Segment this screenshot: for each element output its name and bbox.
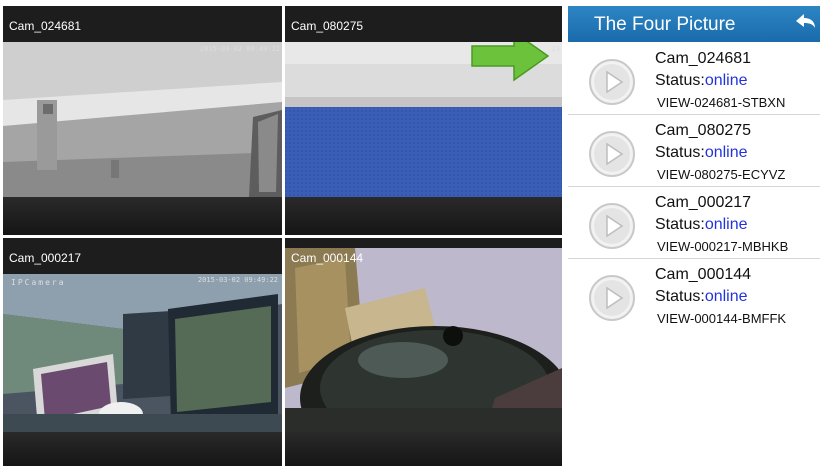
camera-timestamp: 2015-03-02 09:49:22 [199, 45, 280, 53]
camera-view-2[interactable]: Cam_080275 23 [285, 6, 562, 235]
camera-list-item[interactable]: Cam_024681 Status:online VIEW-024681-STB… [568, 44, 820, 114]
camera-feed-image [285, 248, 562, 432]
camera-bottom-bar [3, 432, 282, 466]
play-icon[interactable] [588, 58, 636, 106]
camera-view-id: VIEW-000144-BMFFK [657, 311, 787, 326]
camera-view-4[interactable]: Cam_000144 [285, 238, 562, 466]
camera-view-1[interactable]: Cam_024681 2015-03-02 09:49:22 [3, 6, 282, 235]
camera-timestamp: 23 [551, 45, 560, 53]
camera-caption: Cam_024681 [9, 19, 82, 33]
camera-view-id: VIEW-080275-ECYVZ [657, 167, 786, 182]
camera-timestamp: 2015-03-02 09:49:22 [197, 276, 278, 284]
divider [568, 258, 820, 259]
camera-caption: Cam_000217 [9, 251, 82, 265]
camera-name: Cam_024681 [655, 50, 752, 67]
camera-status: Status:online [655, 72, 748, 89]
play-icon[interactable] [588, 130, 636, 178]
camera-feed-image [285, 42, 562, 197]
camera-feed-image [3, 42, 282, 197]
camera-overlay-text: IPCamera [11, 278, 66, 287]
panel-header: The Four Picture [568, 6, 820, 42]
play-icon[interactable] [588, 202, 636, 250]
camera-status: Status:online [655, 144, 748, 161]
camera-view-3[interactable]: Cam_000217 IPCamera 2015-03-02 09:49:22 [3, 238, 282, 466]
camera-list-panel: The Four Picture Cam_024681 Status:onlin… [568, 6, 820, 466]
camera-name: Cam_080275 [655, 122, 752, 139]
camera-status: Status:online [655, 288, 748, 305]
camera-bottom-bar [285, 432, 562, 466]
status-value: online [704, 72, 748, 89]
back-arrow-icon[interactable] [792, 11, 818, 37]
status-value: online [704, 216, 748, 233]
camera-name: Cam_000144 [655, 266, 752, 283]
camera-view-id: VIEW-000217-MBHKB [657, 239, 789, 254]
camera-list-item[interactable]: Cam_000217 Status:online VIEW-000217-MBH… [568, 188, 820, 258]
camera-name: Cam_000217 [655, 194, 752, 211]
divider [568, 186, 820, 187]
camera-view-id: VIEW-024681-STBXN [657, 95, 786, 110]
camera-feed-image [3, 274, 282, 432]
camera-bottom-bar [3, 197, 282, 235]
status-value: online [704, 144, 748, 161]
camera-list-item[interactable]: Cam_080275 Status:online VIEW-080275-ECY… [568, 116, 820, 186]
status-value: online [704, 288, 748, 305]
camera-status: Status:online [655, 216, 748, 233]
panel-title: The Four Picture [594, 14, 736, 35]
camera-caption: Cam_000144 [291, 251, 364, 265]
divider [568, 114, 820, 115]
camera-caption: Cam_080275 [291, 19, 364, 33]
camera-bottom-bar [285, 197, 562, 235]
camera-list-item[interactable]: Cam_000144 Status:online VIEW-000144-BMF… [568, 260, 820, 330]
play-icon[interactable] [588, 274, 636, 322]
camera-grid: Cam_024681 2015-03-02 09:49:22 Cam_08027… [0, 0, 566, 466]
arrow-icon [471, 42, 550, 82]
